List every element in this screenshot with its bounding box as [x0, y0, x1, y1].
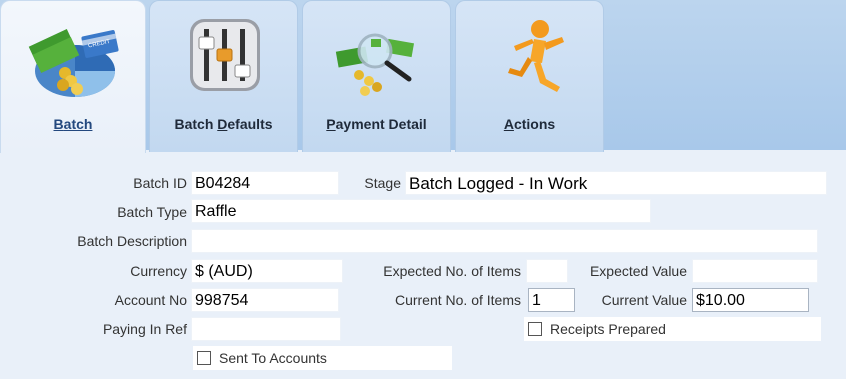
tab-payment-detail-label: Payment Detail	[326, 116, 427, 132]
receipts-prepared-box[interactable]	[528, 322, 542, 336]
account-no-field[interactable]: 998754	[191, 288, 339, 312]
current-items-field[interactable]: 1	[528, 288, 575, 312]
tab-batch[interactable]: CREDIT Batch	[0, 0, 146, 153]
batch-description-label: Batch Description	[77, 233, 187, 249]
batch-type-field[interactable]: Raffle	[191, 199, 651, 223]
sent-to-accounts-checkbox[interactable]: Sent To Accounts	[193, 346, 452, 370]
tab-payment-detail[interactable]: Payment Detail	[302, 0, 451, 152]
batch-id-label: Batch ID	[133, 175, 187, 191]
batch-id-field[interactable]: B04284	[191, 171, 339, 195]
current-value-label: Current Value	[601, 292, 687, 308]
stage-label: Stage	[364, 175, 401, 191]
expected-value-field[interactable]	[692, 259, 818, 283]
tab-batch-label: Batch	[53, 116, 93, 132]
expected-items-field[interactable]	[526, 259, 568, 283]
current-value-field[interactable]: $10.00	[692, 288, 809, 312]
currency-field[interactable]: $ (AUD)	[191, 259, 343, 283]
current-items-label: Current No. of Items	[394, 292, 521, 308]
batch-description-field[interactable]	[191, 229, 818, 253]
tab-batch-defaults-label: Batch Defaults	[174, 116, 273, 132]
tab-batch-defaults[interactable]: Batch Defaults	[149, 0, 298, 152]
receipts-prepared-label: Receipts Prepared	[550, 321, 666, 337]
batch-type-label: Batch Type	[117, 204, 187, 220]
expected-items-label: Expected No. of Items	[383, 263, 521, 279]
receipts-prepared-checkbox[interactable]: Receipts Prepared	[524, 317, 821, 341]
running-man-icon	[507, 20, 564, 92]
currency-label: Currency	[130, 263, 187, 279]
stage-field[interactable]: Batch Logged - In Work	[405, 171, 827, 195]
expected-value-label: Expected Value	[589, 263, 687, 279]
tab-actions[interactable]: Actions	[455, 0, 604, 152]
sliders-icon	[189, 19, 260, 91]
magnifier-money-icon	[335, 33, 414, 96]
account-no-label: Account No	[114, 292, 187, 308]
tab-actions-label: Actions	[503, 116, 556, 132]
money-card-icon: CREDIT	[28, 29, 119, 97]
sent-to-accounts-label: Sent To Accounts	[219, 350, 327, 366]
paying-in-ref-label: Paying In Ref	[102, 321, 187, 337]
sent-to-accounts-box[interactable]	[197, 351, 211, 365]
paying-in-ref-field[interactable]	[191, 317, 341, 341]
